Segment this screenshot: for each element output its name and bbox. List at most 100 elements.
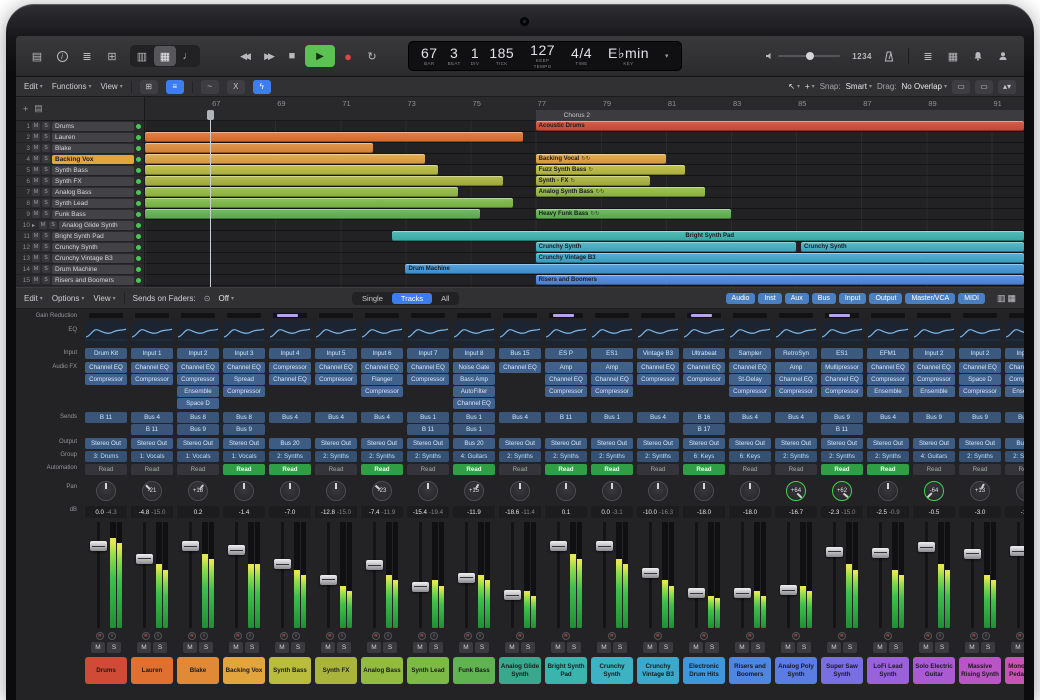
solo-button[interactable]: S: [889, 642, 903, 653]
input-monitor-button[interactable]: I: [936, 632, 944, 640]
record-enable-button[interactable]: R: [1016, 632, 1024, 640]
menu-functions[interactable]: Functions: [52, 82, 92, 91]
solo-button[interactable]: S: [797, 642, 811, 653]
pan-knob[interactable]: +15: [464, 481, 484, 501]
volume-handle[interactable]: [806, 52, 814, 60]
region[interactable]: [145, 143, 373, 153]
track-name-chip[interactable]: Synth Bass: [269, 657, 311, 684]
output-slot[interactable]: Bus 20: [453, 438, 495, 449]
mute-button[interactable]: M: [551, 642, 565, 653]
fader-handle[interactable]: [964, 549, 981, 559]
bar-ruler[interactable]: + ▤ 67697173757779818385878991Chorus 2: [16, 97, 1024, 121]
output-slot[interactable]: Stereo Out: [637, 438, 679, 449]
automation-slot[interactable]: Read: [775, 464, 817, 475]
record-enable-button[interactable]: R: [188, 632, 196, 640]
audio-fx-slot[interactable]: Compressor: [315, 374, 357, 385]
time-signature-display[interactable]: 4/4 TIME: [571, 46, 592, 67]
audio-fx-slot[interactable]: Noise Gate: [453, 362, 495, 373]
automation-slot[interactable]: Read: [913, 464, 955, 475]
fader-handle[interactable]: [642, 568, 659, 578]
pan-knob[interactable]: [96, 481, 116, 501]
record-enable-button[interactable]: R: [326, 632, 334, 640]
solo-button[interactable]: S: [981, 642, 995, 653]
track-solo-button[interactable]: S: [42, 188, 50, 196]
automation-slot[interactable]: Read: [867, 464, 909, 475]
track-header[interactable]: 8MSSynth Lead: [16, 198, 144, 209]
input-monitor-button[interactable]: I: [982, 632, 990, 640]
audio-fx-slot[interactable]: Bass Amp: [453, 374, 495, 385]
db-value[interactable]: -12.8: [321, 509, 335, 516]
eq-thumbnail[interactable]: [821, 321, 863, 345]
track-mute-button[interactable]: M: [32, 144, 40, 152]
flex-icon[interactable]: ϟ: [253, 80, 271, 94]
send-slot[interactable]: Bus 9: [177, 424, 219, 435]
track-name-chip[interactable]: Crunchy Vintage B3: [637, 657, 679, 684]
record-enable-button[interactable]: R: [372, 632, 380, 640]
audio-fx-slot[interactable]: Compressor: [177, 374, 219, 385]
region[interactable]: [145, 154, 425, 164]
db-value[interactable]: -15.4: [413, 509, 427, 516]
lcd-display[interactable]: 67BAR 3BEAT 1DIV 185TICK 127 KEEP TEMPO …: [408, 41, 682, 71]
control-surfaces-icon[interactable]: ▤: [26, 45, 48, 67]
narrow-strips-icon[interactable]: ▥: [997, 293, 1006, 304]
audio-fx-slot[interactable]: Channel EQ: [821, 374, 863, 385]
track-header[interactable]: 4MSBacking Vox: [16, 154, 144, 165]
automation-slot[interactable]: Read: [315, 464, 357, 475]
audio-fx-slot[interactable]: Channel EQ: [683, 362, 725, 373]
track-solo-button[interactable]: S: [42, 177, 50, 185]
track-solo-button[interactable]: S: [42, 144, 50, 152]
eq-thumbnail[interactable]: [913, 321, 955, 345]
input-slot[interactable]: ES1: [591, 348, 633, 359]
audio-fx-slot[interactable]: Compressor: [637, 374, 679, 385]
db-value[interactable]: 0.0: [601, 509, 610, 516]
view-tab-all[interactable]: All: [432, 293, 458, 304]
automation-slot[interactable]: Read: [223, 464, 265, 475]
pan-knob[interactable]: +18: [188, 481, 208, 501]
track-solo-button[interactable]: S: [49, 221, 57, 229]
send-slot[interactable]: Bus 4: [315, 412, 357, 423]
audio-fx-slot[interactable]: Compressor: [85, 374, 127, 385]
audio-fx-slot[interactable]: St-Delay: [729, 374, 771, 385]
track-name-chip[interactable]: Risers and Boomers: [729, 657, 771, 684]
audio-fx-slot[interactable]: Amp: [775, 362, 817, 373]
audio-fx-slot[interactable]: Space D: [177, 398, 219, 409]
audio-fx-slot[interactable]: Channel EQ: [775, 374, 817, 385]
audio-fx-slot[interactable]: Channel EQ: [269, 374, 311, 385]
mute-button[interactable]: M: [827, 642, 841, 653]
audio-fx-slot[interactable]: Compressor: [591, 386, 633, 397]
send-slot[interactable]: Bus 9: [821, 412, 863, 423]
input-slot[interactable]: ES1: [821, 348, 863, 359]
output-slot[interactable]: Stereo Out: [407, 438, 449, 449]
add-track-button[interactable]: +: [23, 104, 28, 114]
waveform-zoom-icon[interactable]: ▭: [952, 80, 970, 94]
audio-fx-slot[interactable]: Compressor: [361, 386, 403, 397]
grid-view-icon[interactable]: ⊞: [140, 80, 158, 94]
input-slot[interactable]: Input 1: [131, 348, 173, 359]
track-name-chip[interactable]: Electronic Drum Hits: [683, 657, 725, 684]
track-solo-button[interactable]: S: [42, 210, 50, 218]
audio-fx-slot[interactable]: Compressor: [867, 374, 909, 385]
db-value[interactable]: -2.3: [829, 509, 840, 516]
eq-thumbnail[interactable]: [775, 321, 817, 345]
audio-fx-slot[interactable]: Channel EQ: [913, 362, 955, 373]
audio-fx-slot[interactable]: Compressor: [545, 386, 587, 397]
input-monitor-button[interactable]: I: [338, 632, 346, 640]
mute-button[interactable]: M: [459, 642, 473, 653]
input-monitor-button[interactable]: I: [108, 632, 116, 640]
user-icon[interactable]: [992, 45, 1014, 67]
region[interactable]: Synth - FX↻: [536, 176, 650, 186]
track-lanes-icon[interactable]: ≡: [166, 80, 184, 94]
solo-button[interactable]: S: [337, 642, 351, 653]
db-value[interactable]: -3.0: [975, 509, 986, 516]
region[interactable]: Analog Synth Bass↻↻: [536, 187, 705, 197]
pan-knob[interactable]: [878, 481, 898, 501]
track-solo-button[interactable]: S: [42, 276, 50, 284]
audio-fx-slot[interactable]: Multipressor: [821, 362, 863, 373]
eq-thumbnail[interactable]: [269, 321, 311, 345]
track-name-chip[interactable]: LoFi Lead Synth: [867, 657, 909, 684]
input-slot[interactable]: Input 8: [453, 348, 495, 359]
fader-handle[interactable]: [918, 542, 935, 552]
track-mute-button[interactable]: M: [32, 232, 40, 240]
automation-slot[interactable]: Read: [821, 464, 863, 475]
pan-knob[interactable]: +64: [786, 481, 806, 501]
